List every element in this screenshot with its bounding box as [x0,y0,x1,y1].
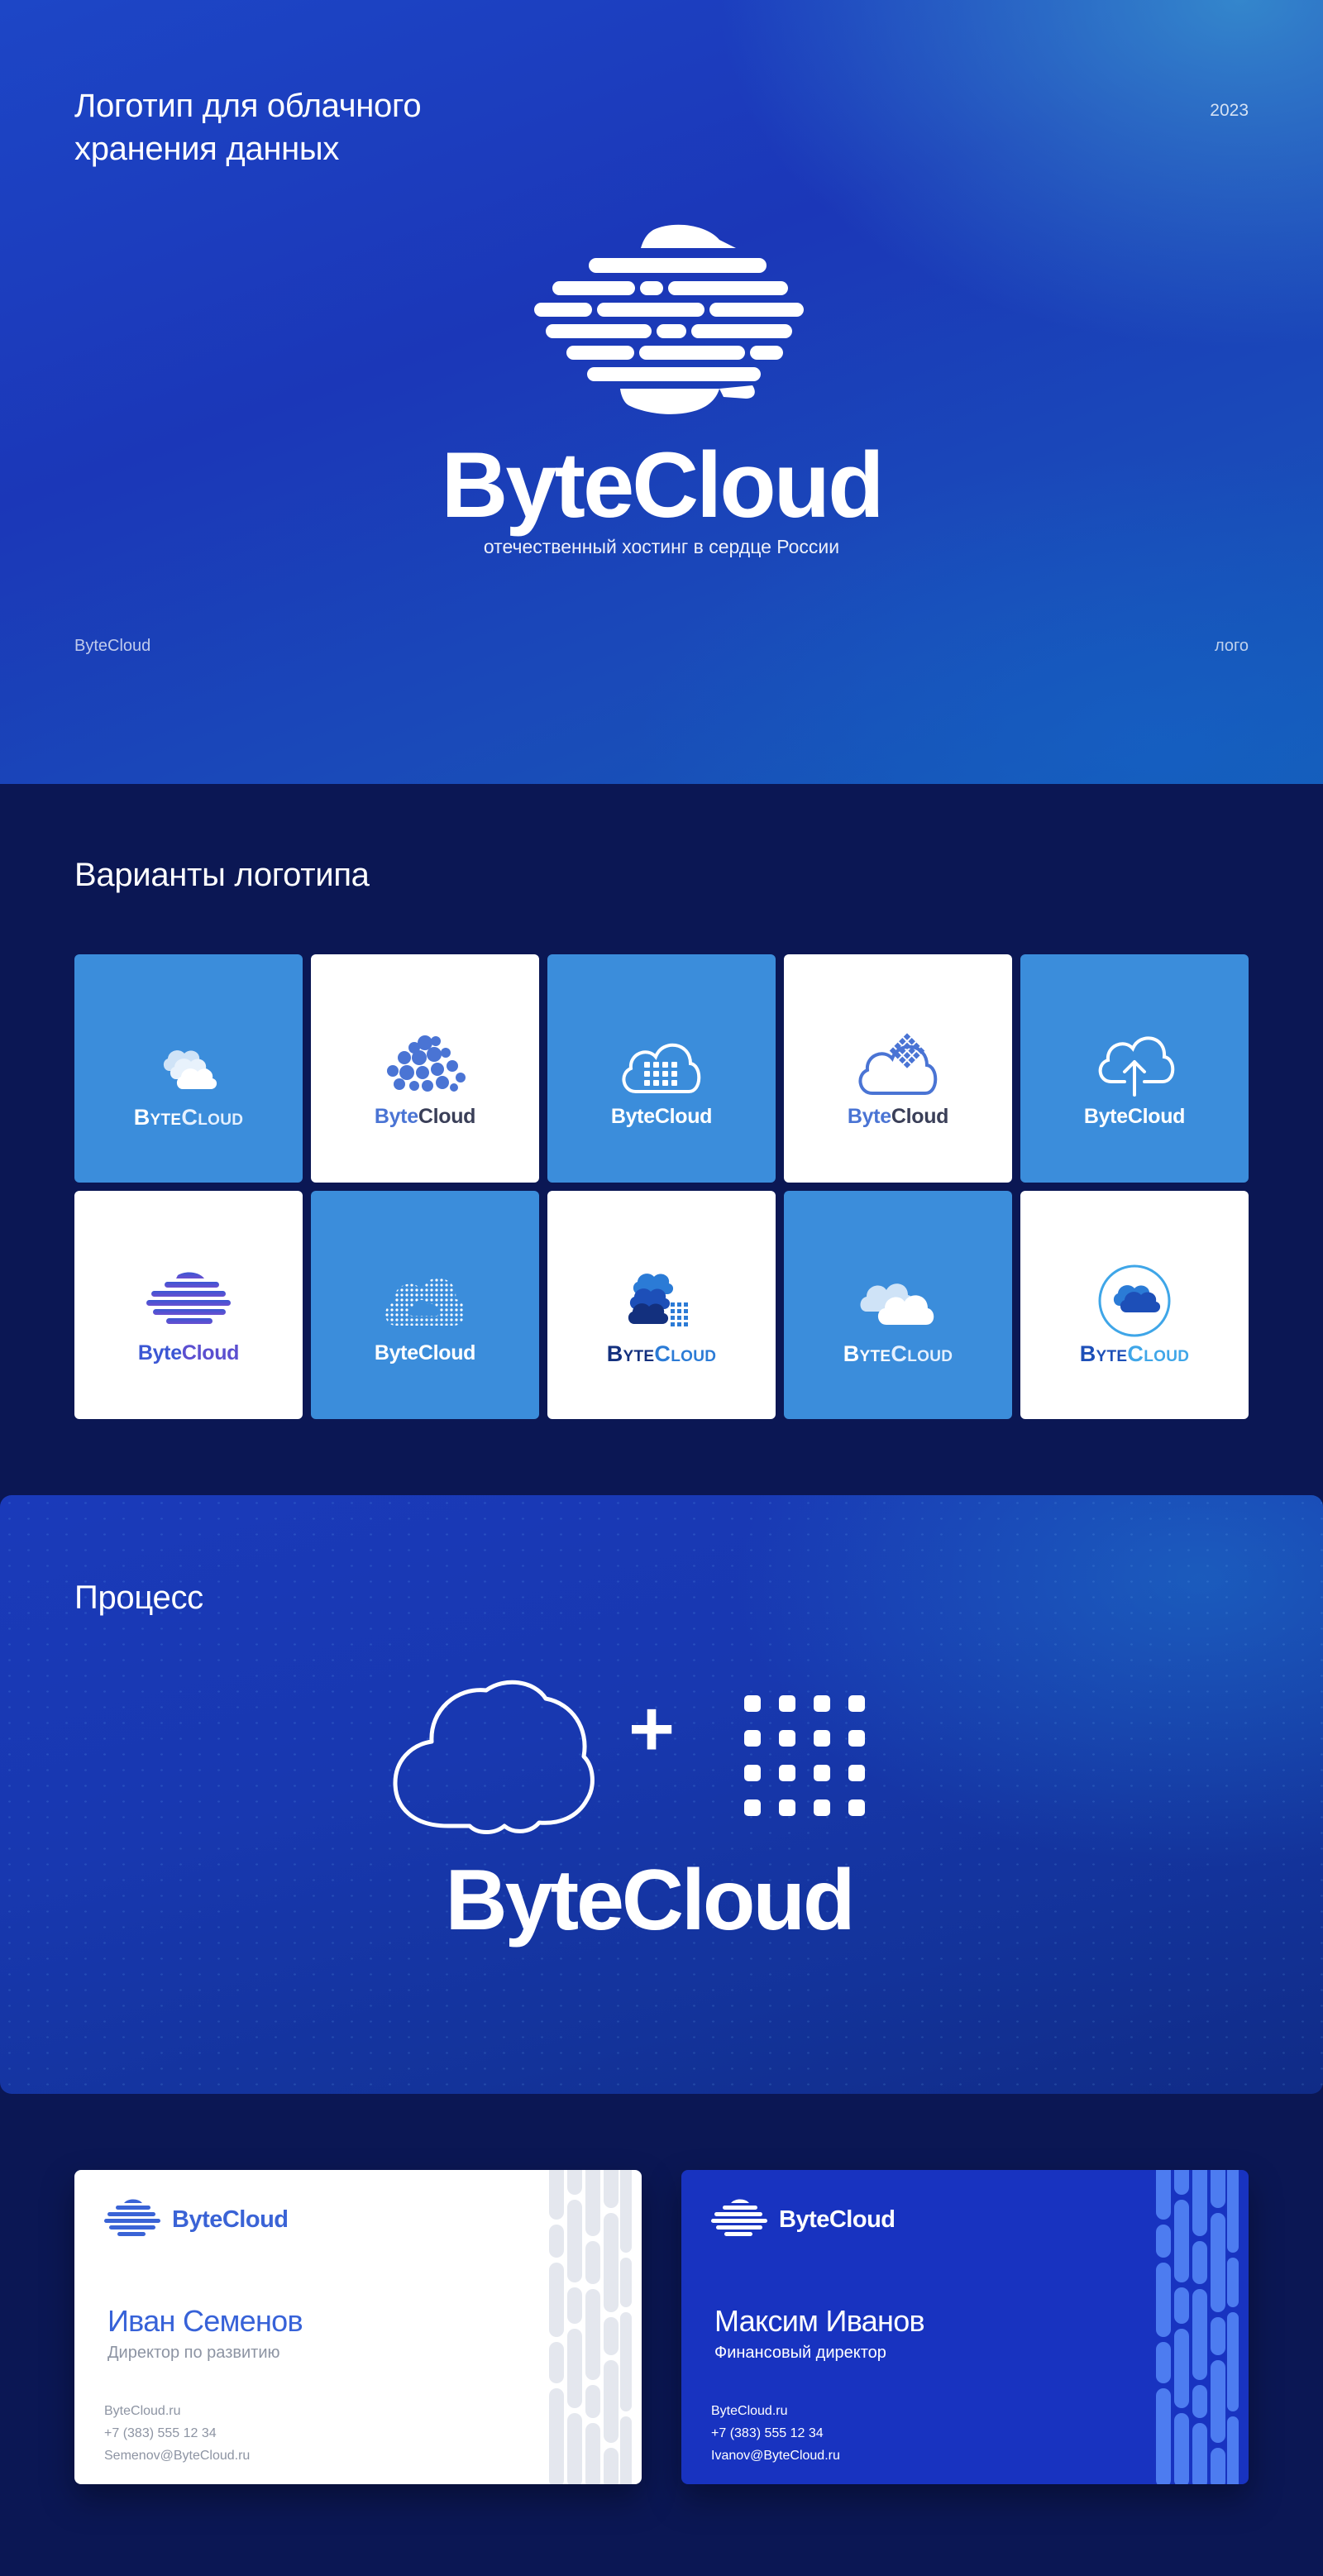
person-name: Максим Иванов [714,2304,925,2338]
variant-tile: ByteCloud [311,1191,539,1419]
page-title: Логотип для облачного хранения данных [74,88,422,167]
variant-tile: ByteCloud [547,954,776,1183]
plus-sign: + [628,1685,676,1773]
section-title: Процесс [74,1580,203,1616]
card-brand: ByteCloud [709,2198,896,2241]
dotted-cloud-icon [380,1268,470,1334]
striped-cloud-icon [104,2199,160,2236]
business-card-white: ByteCloud Иван Семенов Директор по разви… [74,2170,642,2484]
contact-site: ByteCloud.ru [711,2404,788,2418]
person-role: Директор по развитию [107,2344,280,2362]
variant-tile: ByteCloud [74,954,303,1183]
striped-cloud-icon [146,1272,231,1324]
variant-tile: ByteCloud [74,1191,303,1419]
striped-cloud-icon [711,2199,767,2236]
person-role: Финансовый директор [714,2344,886,2362]
grid-cloud-icon [622,1043,701,1093]
logo-variants-section: Варианты логотипа ByteCloud ByteCloud By… [0,784,1323,1495]
footer-brand: ByteCloud [74,637,151,655]
contact-email: Semenov@ByteCloud.ru [104,2449,251,2463]
bubble-cloud-icon [387,1035,466,1092]
stacked-clouds-icon [163,1050,217,1089]
variant-tile: ByteCloud [1020,1191,1249,1419]
variant-tile: ByteCloud [784,1191,1012,1419]
double-cloud-icon [860,1283,934,1325]
contact-phone: +7 (383) 555 12 34 [711,2426,824,2440]
section-title: Варианты логотипа [74,857,370,893]
card-brand-name: ByteCloud [172,2206,289,2233]
diamond-grid-cloud-icon [858,1033,938,1095]
striped-cloud-logo-icon [534,224,804,414]
upload-cloud-icon [1098,1036,1175,1097]
variant-tile: ByteCloud [1020,954,1249,1183]
contact-phone: +7 (383) 555 12 34 [104,2426,217,2440]
dot-grid-icon [744,1695,865,1816]
pill-pattern-decoration [1156,2170,1239,2484]
card-brand-name: ByteCloud [779,2206,896,2233]
year-label: 2023 [1210,101,1249,120]
variant-tile: ByteCloud [784,954,1012,1183]
footer-label: лого [1215,637,1249,655]
circle-cloud-icon [1098,1264,1171,1337]
variant-tile: ByteCloud [547,1191,776,1419]
brand-wordmark: ByteCloud [445,1852,856,1948]
variants-grid: ByteCloud ByteCloud ByteCloud ByteCloud … [74,954,1249,1424]
card-brand: ByteCloud [103,2198,289,2241]
business-card-blue: ByteCloud Максим Иванов Финансовый дирек… [681,2170,1249,2484]
business-cards-section: ByteCloud Иван Семенов Директор по разви… [0,2094,1323,2576]
hero-section: Логотип для облачного хранения данных 20… [0,0,1323,784]
contact-lines: ByteCloud.ru +7 (383) 555 12 34 Semenov@… [104,2400,250,2467]
contact-site: ByteCloud.ru [104,2404,181,2418]
cloud-stack-grid-icon [628,1274,688,1326]
brand-tagline: отечественный хостинг в сердце России [483,536,840,557]
contact-lines: ByteCloud.ru +7 (383) 555 12 34 Ivanov@B… [711,2400,840,2467]
cloud-outline-icon [393,1680,595,1834]
pill-pattern-decoration [549,2170,632,2484]
person-name: Иван Семенов [107,2304,303,2338]
contact-email: Ivanov@ByteCloud.ru [711,2449,840,2463]
brand-wordmark: ByteCloud [441,433,885,537]
process-section: Процесс + ByteCloud [0,1495,1323,2094]
variant-tile: ByteCloud [311,954,539,1183]
